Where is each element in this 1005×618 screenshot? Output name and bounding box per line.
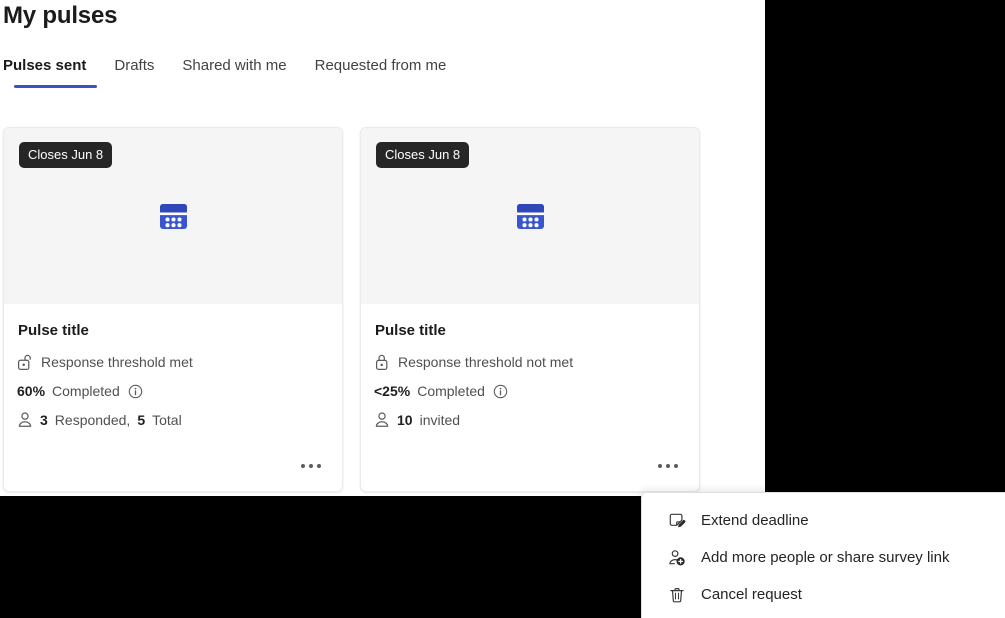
- status-badge: Closes Jun 8: [376, 142, 469, 168]
- card-more-options-button[interactable]: [653, 455, 683, 477]
- more-horizontal-icon-dot: [658, 464, 662, 468]
- threshold-row: Response threshold not met: [374, 353, 683, 371]
- people-row: 10 invited: [374, 411, 683, 429]
- person-icon: [374, 411, 390, 429]
- tab-label: Shared with me: [182, 57, 286, 74]
- tab-label: Drafts: [114, 57, 154, 74]
- completion-value: <25%: [374, 382, 410, 400]
- menu-item-label: Cancel request: [701, 586, 802, 603]
- threshold-text: Response threshold met: [41, 353, 193, 371]
- completion-row: 60% Completed: [17, 382, 326, 400]
- calendar-icon: [158, 200, 189, 232]
- tab-requested-from-me[interactable]: Requested from me: [301, 56, 461, 90]
- tab-shared-with-me[interactable]: Shared with me: [168, 56, 300, 90]
- menu-item-add-people[interactable]: Add more people or share survey link: [642, 539, 1005, 576]
- invited-label: invited: [420, 411, 460, 429]
- calendar-icon: [515, 200, 546, 232]
- tab-active-indicator: [14, 85, 97, 88]
- completion-value: 60%: [17, 382, 45, 400]
- card-body: Pulse title Response threshold not met <…: [361, 304, 699, 429]
- total-label: Total: [152, 411, 182, 429]
- more-horizontal-icon-dot: [666, 464, 670, 468]
- invited-count: 10: [397, 411, 413, 429]
- completion-row: <25% Completed: [374, 382, 683, 400]
- trash-icon: [668, 586, 686, 604]
- menu-item-cancel-request[interactable]: Cancel request: [642, 576, 1005, 613]
- responded-count: 3: [40, 411, 48, 429]
- card-title: Pulse title: [375, 322, 683, 339]
- card-body: Pulse title Response threshold met 60% C…: [4, 304, 342, 429]
- info-icon[interactable]: [128, 384, 143, 399]
- person-add-icon: [668, 549, 686, 567]
- more-horizontal-icon-dot: [309, 464, 313, 468]
- more-horizontal-icon-dot: [301, 464, 305, 468]
- menu-item-label: Add more people or share survey link: [701, 549, 949, 566]
- card-title: Pulse title: [18, 322, 326, 339]
- note-edit-icon: [668, 512, 686, 530]
- menu-item-extend-deadline[interactable]: Extend deadline: [642, 502, 1005, 539]
- people-row: 3 Responded, 5 Total: [17, 411, 326, 429]
- completion-label: Completed: [52, 382, 120, 400]
- more-horizontal-icon-dot: [674, 464, 678, 468]
- menu-item-label: Extend deadline: [701, 512, 809, 529]
- completion-label: Completed: [417, 382, 485, 400]
- more-horizontal-icon-dot: [317, 464, 321, 468]
- threshold-text: Response threshold not met: [398, 353, 573, 371]
- pulse-card[interactable]: Closes Jun 8 Pulse title: [3, 127, 343, 492]
- lock-closed-icon: [374, 353, 391, 371]
- tab-label: Requested from me: [315, 57, 447, 74]
- status-badge: Closes Jun 8: [19, 142, 112, 168]
- card-hero: Closes Jun 8: [361, 128, 699, 304]
- card-hero: Closes Jun 8: [4, 128, 342, 304]
- total-count: 5: [137, 411, 145, 429]
- page-title: My pulses: [3, 2, 117, 30]
- lock-open-icon: [17, 353, 34, 371]
- tab-strip: Pulses sent Drafts Shared with me Reques…: [0, 56, 460, 90]
- pulse-card-list: Closes Jun 8 Pulse title: [3, 127, 700, 492]
- card-context-menu: Extend deadline Add more people or share…: [641, 492, 1005, 618]
- person-icon: [17, 411, 33, 429]
- threshold-row: Response threshold met: [17, 353, 326, 371]
- responded-label: Responded,: [55, 411, 131, 429]
- info-icon[interactable]: [493, 384, 508, 399]
- card-more-options-button[interactable]: [296, 455, 326, 477]
- tab-label: Pulses sent: [3, 57, 86, 74]
- tab-drafts[interactable]: Drafts: [100, 56, 168, 90]
- tab-pulses-sent[interactable]: Pulses sent: [0, 56, 100, 90]
- pulse-card[interactable]: Closes Jun 8 Pulse title: [360, 127, 700, 492]
- app-content-area: My pulses Pulses sent Drafts Shared with…: [0, 0, 765, 496]
